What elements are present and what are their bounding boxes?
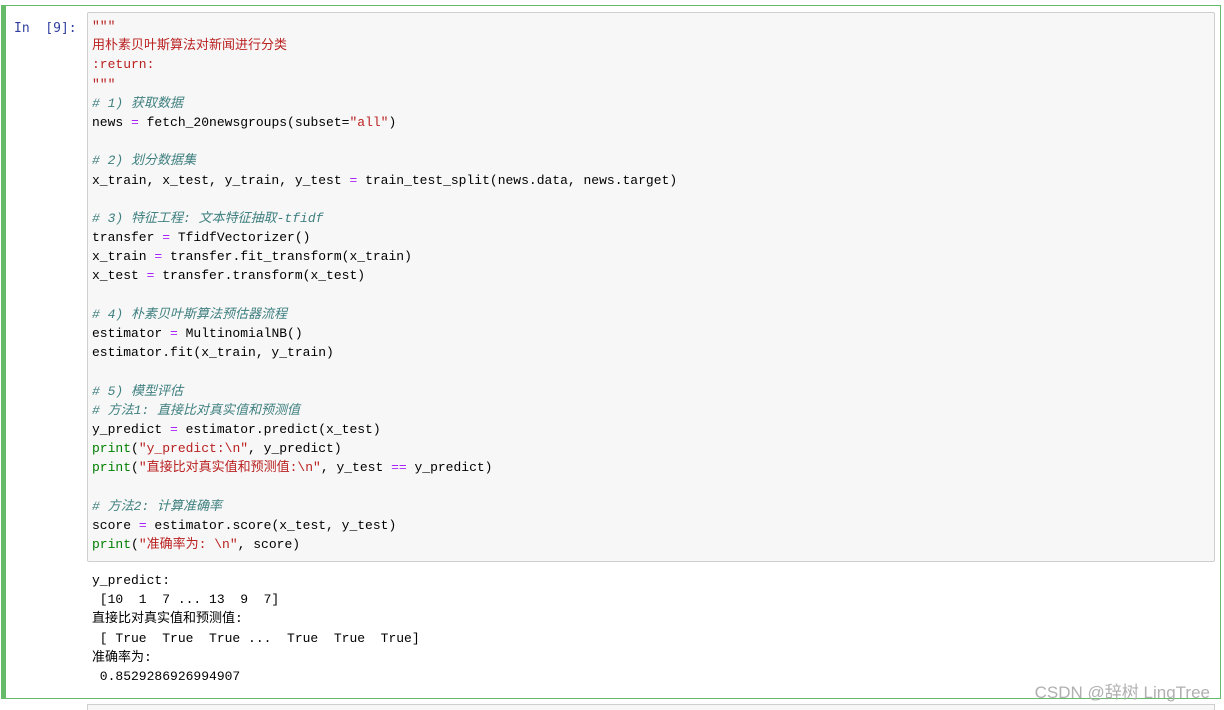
code-token: # 方法1: 直接比对真实值和预测值	[92, 402, 301, 418]
code-token: transfer.transform(x_test)	[154, 268, 366, 284]
code-token: y_predict)	[406, 460, 493, 476]
code-token: 用朴素贝叶斯算法对新闻进行分类	[92, 38, 288, 54]
code-token: =	[170, 326, 178, 341]
cell-output: y_predict: [10 1 7 ... 13 9 7] 直接比对真实值和预测…	[92, 571, 420, 686]
output-line: 直接比对真实值和预测值:	[92, 611, 243, 627]
code-token: , score)	[237, 537, 301, 553]
code-line: # 方法1: 直接比对真实值和预测值	[92, 401, 677, 420]
code-line: score = estimator.score(x_test, y_test)	[92, 516, 677, 535]
code-token: "y_predict:\n"	[138, 441, 249, 457]
code-token: """	[92, 76, 116, 92]
code-line: estimator.fit(x_train, y_train)	[92, 343, 677, 362]
code-line: estimator = MultinomialNB()	[92, 324, 677, 343]
code-line: news = fetch_20newsgroups(subset="all")	[92, 113, 677, 132]
code-token: # 方法2: 计算准确率	[92, 498, 223, 514]
code-token: ==	[391, 460, 407, 476]
code-input-area[interactable]: """ 用朴素贝叶斯算法对新闻进行分类 :return: """ # 1) 获取数据 ne…	[87, 12, 1215, 562]
input-prompt: In [9]:	[14, 21, 77, 36]
code-token: print	[92, 537, 132, 553]
output-line: [ True True True ... True True True]	[92, 630, 420, 646]
output-line: [10 1 7 ... 13 9 7]	[92, 592, 280, 608]
code-token: )	[388, 114, 397, 130]
code-line: # 1) 获取数据	[92, 94, 677, 113]
code-token: (	[131, 441, 139, 457]
code-line: x_train, x_test, y_train, y_test = train…	[92, 171, 677, 190]
code-line: # 2) 划分数据集	[92, 151, 677, 170]
code-token: print	[92, 441, 132, 457]
code-token: # 3) 特征工程: 文本特征抽取-tfidf	[92, 210, 324, 226]
code-token: =	[138, 517, 147, 533]
code-token: """	[92, 19, 116, 34]
code-token: estimator.score(x_test, y_test)	[146, 517, 397, 533]
code-line: print("准确率为: \n", score)	[92, 535, 677, 554]
code-line: """	[92, 75, 677, 94]
code-line: y_predict = estimator.predict(x_test)	[92, 420, 677, 439]
code-line: :return:	[92, 55, 677, 74]
code-token: news	[92, 114, 132, 130]
code-token: print	[92, 460, 132, 476]
code-token: MultinomialNB()	[177, 326, 303, 341]
code-token: x_train	[92, 249, 155, 265]
code-line: print("y_predict:\n", y_predict)	[92, 439, 677, 458]
code-token: estimator.predict(x_test)	[177, 421, 381, 437]
code-token: transfer.fit_transform(x_train)	[162, 249, 412, 265]
code-token: # 5) 模型评估	[92, 383, 184, 399]
code-token: , y_predict)	[248, 441, 342, 457]
code-token: "all"	[349, 114, 389, 130]
code-line: 用朴素贝叶斯算法对新闻进行分类	[92, 36, 677, 55]
code-line: """	[92, 17, 677, 36]
code-token: (	[131, 537, 139, 553]
code-line: # 4) 朴素贝叶斯算法预估器流程	[92, 305, 677, 324]
code-token: transfer	[92, 230, 163, 246]
code-token: # 1) 获取数据	[92, 95, 184, 111]
code-token: "准确率为: \n"	[138, 537, 238, 553]
code-token: =	[170, 421, 178, 437]
code-editor[interactable]: """ 用朴素贝叶斯算法对新闻进行分类 :return: """ # 1) 获取数据 ne…	[92, 17, 677, 554]
code-token: =	[131, 114, 139, 130]
code-token: , y_test	[320, 460, 392, 476]
code-line: # 5) 模型评估	[92, 382, 677, 401]
code-token: fetch_20newsgroups(subset=	[138, 114, 350, 130]
code-token: x_train, x_test, y_train, y_test	[92, 172, 350, 188]
code-token: x_test	[92, 268, 147, 284]
code-token: train_test_split(news.data, news.target)	[357, 172, 678, 188]
code-line: print("直接比对真实值和预测值:\n", y_test == y_pred…	[92, 458, 677, 477]
code-line: # 方法2: 计算准确率	[92, 497, 677, 516]
code-token: estimator.fit(x_train, y_train)	[92, 345, 334, 361]
code-line: transfer = TfidfVectorizer()	[92, 228, 677, 247]
code-token: "直接比对真实值和预测值:\n"	[138, 460, 321, 476]
code-token: # 2) 划分数据集	[92, 153, 197, 169]
code-token: TfidfVectorizer()	[170, 230, 311, 246]
output-line: 0.8529286926994907	[92, 668, 241, 684]
code-line: x_test = transfer.transform(x_test)	[92, 266, 677, 285]
code-token: estimator	[92, 326, 171, 341]
output-line: 准确率为:	[92, 649, 152, 665]
watermark-text: CSDN @辞树 LingTree	[1034, 683, 1210, 702]
code-token: (	[131, 460, 139, 476]
code-token: # 4) 朴素贝叶斯算法预估器流程	[92, 306, 288, 322]
code-line: # 3) 特征工程: 文本特征抽取-tfidf	[92, 209, 677, 228]
next-cell[interactable]	[87, 704, 1215, 710]
code-token: y_predict	[92, 421, 171, 437]
code-line: x_train = transfer.fit_transform(x_train…	[92, 247, 677, 266]
code-token: :return:	[92, 57, 155, 73]
code-token: score	[92, 517, 139, 533]
output-line: y_predict:	[92, 573, 171, 588]
code-token: =	[162, 230, 171, 246]
